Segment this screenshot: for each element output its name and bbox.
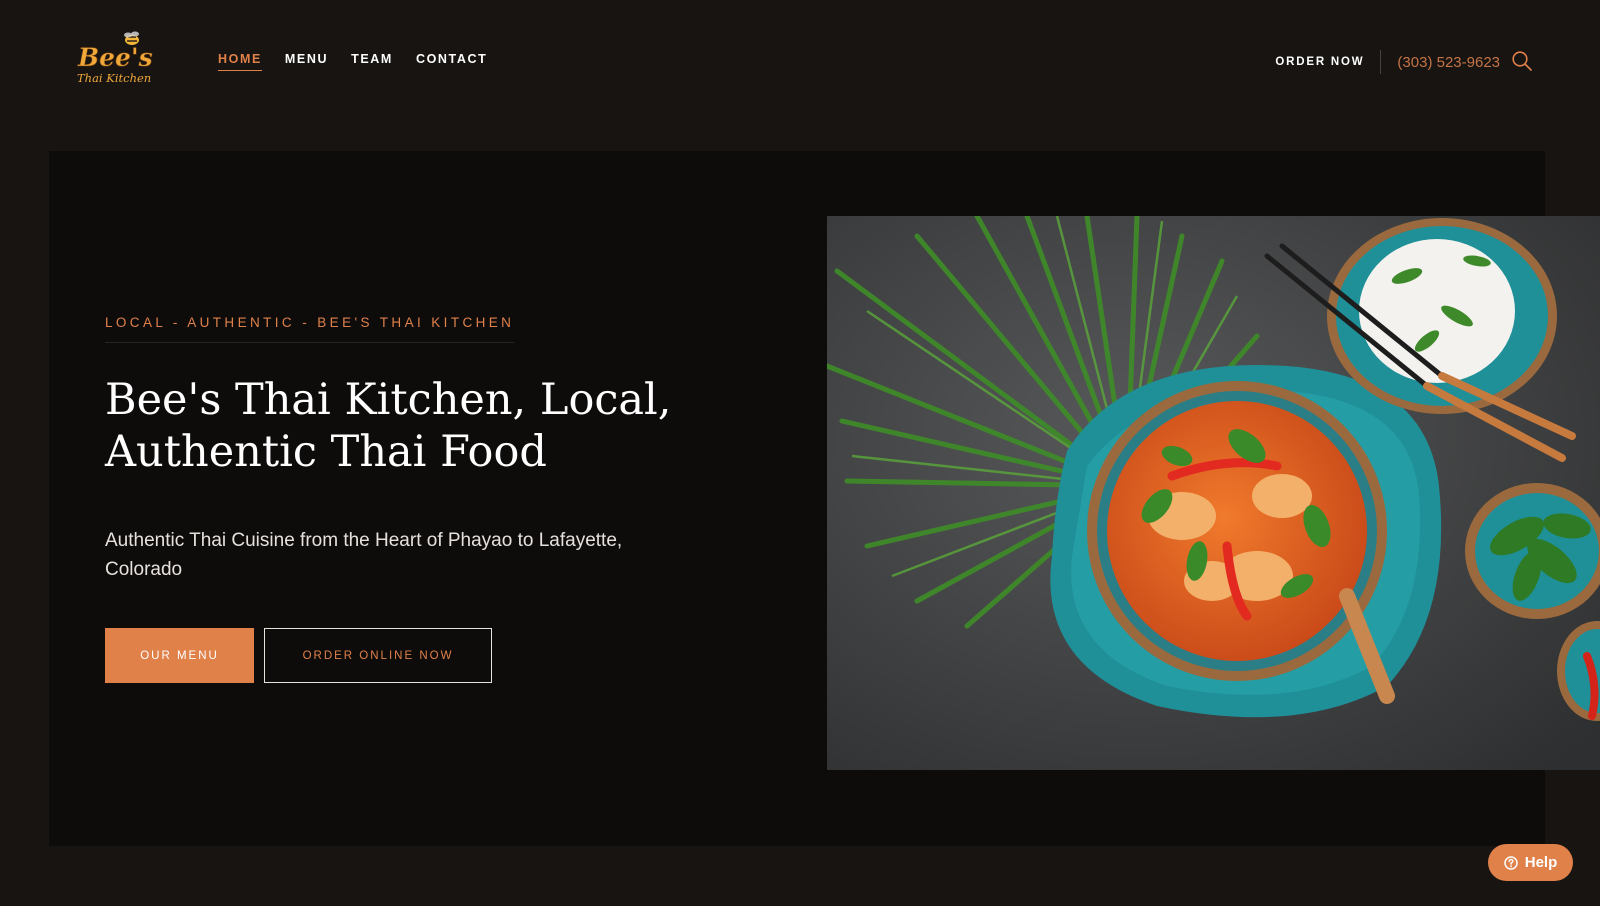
- hero-title-line1: Bee's Thai Kitchen, Local,: [105, 375, 672, 425]
- logo-subtext: Thai Kitchen: [77, 71, 151, 85]
- logo-wordmark: Bee's: [77, 43, 153, 72]
- order-online-button[interactable]: ORDER ONLINE NOW: [264, 628, 492, 683]
- phone-link[interactable]: (303) 523-9623: [1381, 54, 1500, 71]
- hero-title: Bee's Thai Kitchen, Local, Authentic Tha…: [105, 374, 725, 478]
- help-button[interactable]: Help: [1488, 844, 1573, 881]
- search-icon[interactable]: [1511, 50, 1533, 72]
- brand-logo[interactable]: Bee's Thai Kitchen: [76, 30, 158, 90]
- nav-item-home[interactable]: HOME: [218, 52, 262, 71]
- question-circle-icon: [1503, 855, 1518, 870]
- nav-item-team[interactable]: TEAM: [351, 52, 393, 71]
- main-nav: HOME MENU TEAM CONTACT: [218, 52, 487, 71]
- hero-eyebrow: LOCAL - AUTHENTIC - BEE'S THAI KITCHEN: [105, 315, 515, 343]
- hero-food-image: [827, 216, 1600, 770]
- hero-title-line2: Authentic Thai Food: [105, 427, 547, 477]
- hero-subtitle: Authentic Thai Cuisine from the Heart of…: [105, 530, 623, 580]
- nav-item-contact[interactable]: CONTACT: [416, 52, 487, 71]
- our-menu-button[interactable]: OUR MENU: [105, 628, 254, 683]
- header-actions: ORDER NOW (303) 523-9623: [1275, 46, 1500, 78]
- order-now-link[interactable]: ORDER NOW: [1275, 50, 1382, 74]
- help-label: Help: [1524, 854, 1558, 871]
- nav-item-menu[interactable]: MENU: [285, 52, 328, 71]
